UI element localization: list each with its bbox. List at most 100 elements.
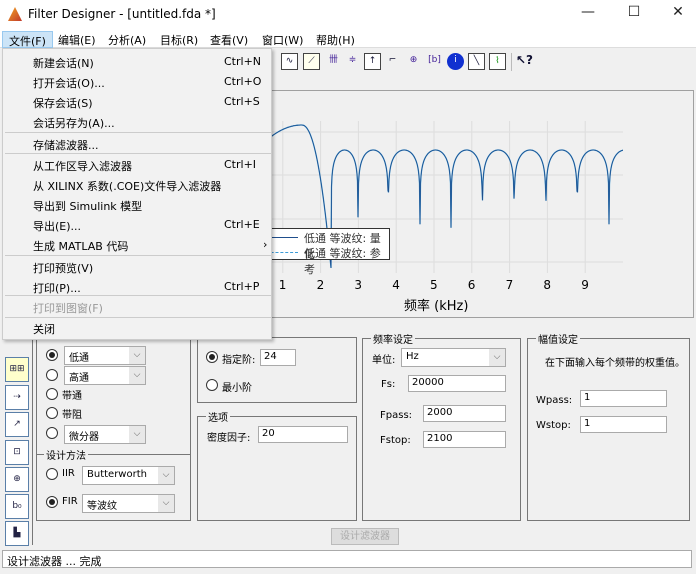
- magnitude-estimate-icon[interactable]: ╲: [468, 53, 485, 70]
- fpass-label: Fpass:: [380, 410, 413, 421]
- differentiator-select[interactable]: 微分器 ⌵: [64, 425, 146, 444]
- group-delay-icon[interactable]: 卌: [325, 53, 342, 70]
- iir-method-value: Butterworth: [87, 469, 147, 480]
- radio-differentiator[interactable]: [46, 427, 58, 439]
- menu-item-close[interactable]: 关闭: [33, 321, 55, 339]
- bandpass-label: 带通: [62, 391, 82, 402]
- menu-separator: [5, 255, 271, 256]
- menu-separator: [5, 317, 271, 318]
- chevron-down-icon: ⌵: [129, 347, 145, 364]
- fstop-input[interactable]: 2100: [423, 431, 506, 448]
- wstop-label: Wstop:: [536, 420, 571, 431]
- x-axis-label: 频率 (kHz): [404, 299, 469, 314]
- legend-reference: 低通 等波纹: 参考: [304, 247, 381, 276]
- menu-item-new-session[interactable]: 新建会话(N): [33, 55, 94, 73]
- file-menu-dropdown: 新建会话(N) Ctrl+N 打开会话(O)... Ctrl+O 保存会话(S) Ctrl…: [2, 48, 272, 340]
- menu-shortcut: Ctrl+P: [224, 280, 260, 293]
- design-method-label: 设计方法: [44, 447, 88, 462]
- coefficients-icon[interactable]: [b]: [426, 53, 443, 70]
- impulse-response-icon[interactable]: ↑: [364, 53, 381, 70]
- units-value: Hz: [406, 351, 419, 362]
- pole-zero-icon[interactable]: ⊕: [405, 53, 422, 70]
- fir-method-value: 等波纹: [87, 501, 117, 512]
- menu-item-import-from-xilinx-coe[interactable]: 从 XILINX 系数(.COE)文件导入滤波器: [33, 178, 221, 196]
- menu-file[interactable]: 文件(F): [2, 31, 53, 48]
- chevron-down-icon: ⌵: [129, 367, 145, 384]
- radio-lowpass[interactable]: [46, 349, 58, 361]
- lowpass-value: 低通: [69, 353, 89, 364]
- menu-help[interactable]: 帮助(H): [310, 31, 361, 48]
- x-tick-label: 6: [467, 278, 476, 292]
- pole-zero-editor-icon[interactable]: ⊕: [5, 467, 29, 492]
- menu-item-save-session[interactable]: 保存会话(S): [33, 95, 93, 113]
- transform-filter-icon[interactable]: ⇢: [5, 385, 29, 410]
- wstop-input[interactable]: 1: [580, 416, 667, 433]
- menu-item-save-session-as[interactable]: 会话另存为(A)...: [33, 115, 115, 133]
- x-tick-label: 1: [278, 278, 287, 292]
- import-filter-icon[interactable]: ↗: [5, 412, 29, 437]
- order-input[interactable]: 24: [260, 349, 296, 366]
- density-factor-input[interactable]: 20: [258, 426, 348, 443]
- radio-iir[interactable]: [46, 468, 58, 480]
- design-filter-button[interactable]: 设计滤波器: [331, 528, 399, 545]
- minimize-button[interactable]: —: [573, 4, 603, 24]
- menu-window[interactable]: 窗口(W): [256, 31, 309, 48]
- fs-input[interactable]: 20000: [408, 375, 506, 392]
- side-divider: [32, 330, 33, 545]
- close-button[interactable]: ✕: [663, 4, 693, 24]
- radio-bandpass[interactable]: [46, 388, 58, 400]
- wpass-input[interactable]: 1: [580, 390, 667, 407]
- menu-shortcut: Ctrl+E: [224, 218, 260, 231]
- options-label: 选项: [206, 409, 230, 424]
- radio-bandstop[interactable]: [46, 407, 58, 419]
- menu-item-generate-matlab-code[interactable]: 生成 MATLAB 代码: [33, 238, 128, 256]
- maximize-button[interactable]: ☐: [619, 4, 649, 24]
- fpass-input[interactable]: 2000: [423, 405, 506, 422]
- info-icon[interactable]: i: [447, 53, 464, 70]
- radio-specify-order[interactable]: [206, 351, 218, 363]
- radio-highpass[interactable]: [46, 369, 58, 381]
- menu-item-import-from-workspace[interactable]: 从工作区导入滤波器: [33, 158, 132, 176]
- filter-order-panel: [197, 337, 357, 403]
- design-filter-icon[interactable]: ⊞⊞: [5, 357, 29, 382]
- menu-separator: [5, 153, 271, 154]
- fir-label: FIR: [62, 496, 78, 507]
- multirate-icon[interactable]: ▙: [5, 521, 29, 546]
- magnitude-spec-label: 幅值设定: [536, 331, 580, 346]
- radio-fir[interactable]: [46, 496, 58, 508]
- menu-item-export-to-simulink[interactable]: 导出到 Simulink 模型: [33, 198, 142, 216]
- menu-item-open-session[interactable]: 打开会话(O)...: [33, 75, 105, 93]
- x-tick-label: 5: [430, 278, 438, 292]
- frequency-spec-label: 频率设定: [371, 331, 415, 346]
- x-tick-label: 8: [543, 278, 552, 292]
- phase-delay-icon[interactable]: ≑: [344, 53, 361, 70]
- magnitude-response-icon[interactable]: ∿: [281, 53, 298, 70]
- menu-shortcut: Ctrl+S: [224, 95, 260, 108]
- menu-edit[interactable]: 编辑(E): [52, 31, 102, 48]
- menu-separator: [5, 132, 271, 133]
- x-tick-label: 9: [581, 278, 589, 292]
- chevron-down-icon: ⌵: [158, 467, 174, 484]
- x-tick-label: 4: [392, 278, 400, 292]
- menu-view[interactable]: 查看(V): [204, 31, 254, 48]
- quantization-icon[interactable]: ⊡: [5, 440, 29, 465]
- units-select[interactable]: Hz ⌵: [401, 348, 506, 367]
- toolbar-separator: [511, 53, 512, 71]
- noise-power-icon[interactable]: ⌇: [489, 53, 506, 70]
- menu-item-export[interactable]: 导出(E)...: [33, 218, 81, 236]
- menu-analysis[interactable]: 分析(A): [102, 31, 152, 48]
- menu-item-print-preview[interactable]: 打印预览(V): [33, 260, 93, 278]
- menu-targets[interactable]: 目标(R): [154, 31, 204, 48]
- realize-model-icon[interactable]: b₀: [5, 494, 29, 519]
- menu-item-print-to-figure: 打印到图窗(F): [33, 302, 103, 315]
- step-response-icon[interactable]: ⌐: [384, 53, 401, 70]
- lowpass-select[interactable]: 低通 ⌵: [64, 346, 146, 365]
- minimum-order-label: 最小阶: [222, 383, 252, 394]
- differentiator-value: 微分器: [69, 432, 99, 443]
- whats-this-help-icon[interactable]: ↖?: [516, 53, 533, 70]
- radio-minimum-order[interactable]: [206, 379, 218, 391]
- phase-response-icon[interactable]: ⟋: [303, 53, 320, 70]
- fir-method-select[interactable]: 等波纹 ⌵: [82, 494, 175, 513]
- highpass-select[interactable]: 高通 ⌵: [64, 366, 146, 385]
- iir-method-select[interactable]: Butterworth ⌵: [82, 466, 175, 485]
